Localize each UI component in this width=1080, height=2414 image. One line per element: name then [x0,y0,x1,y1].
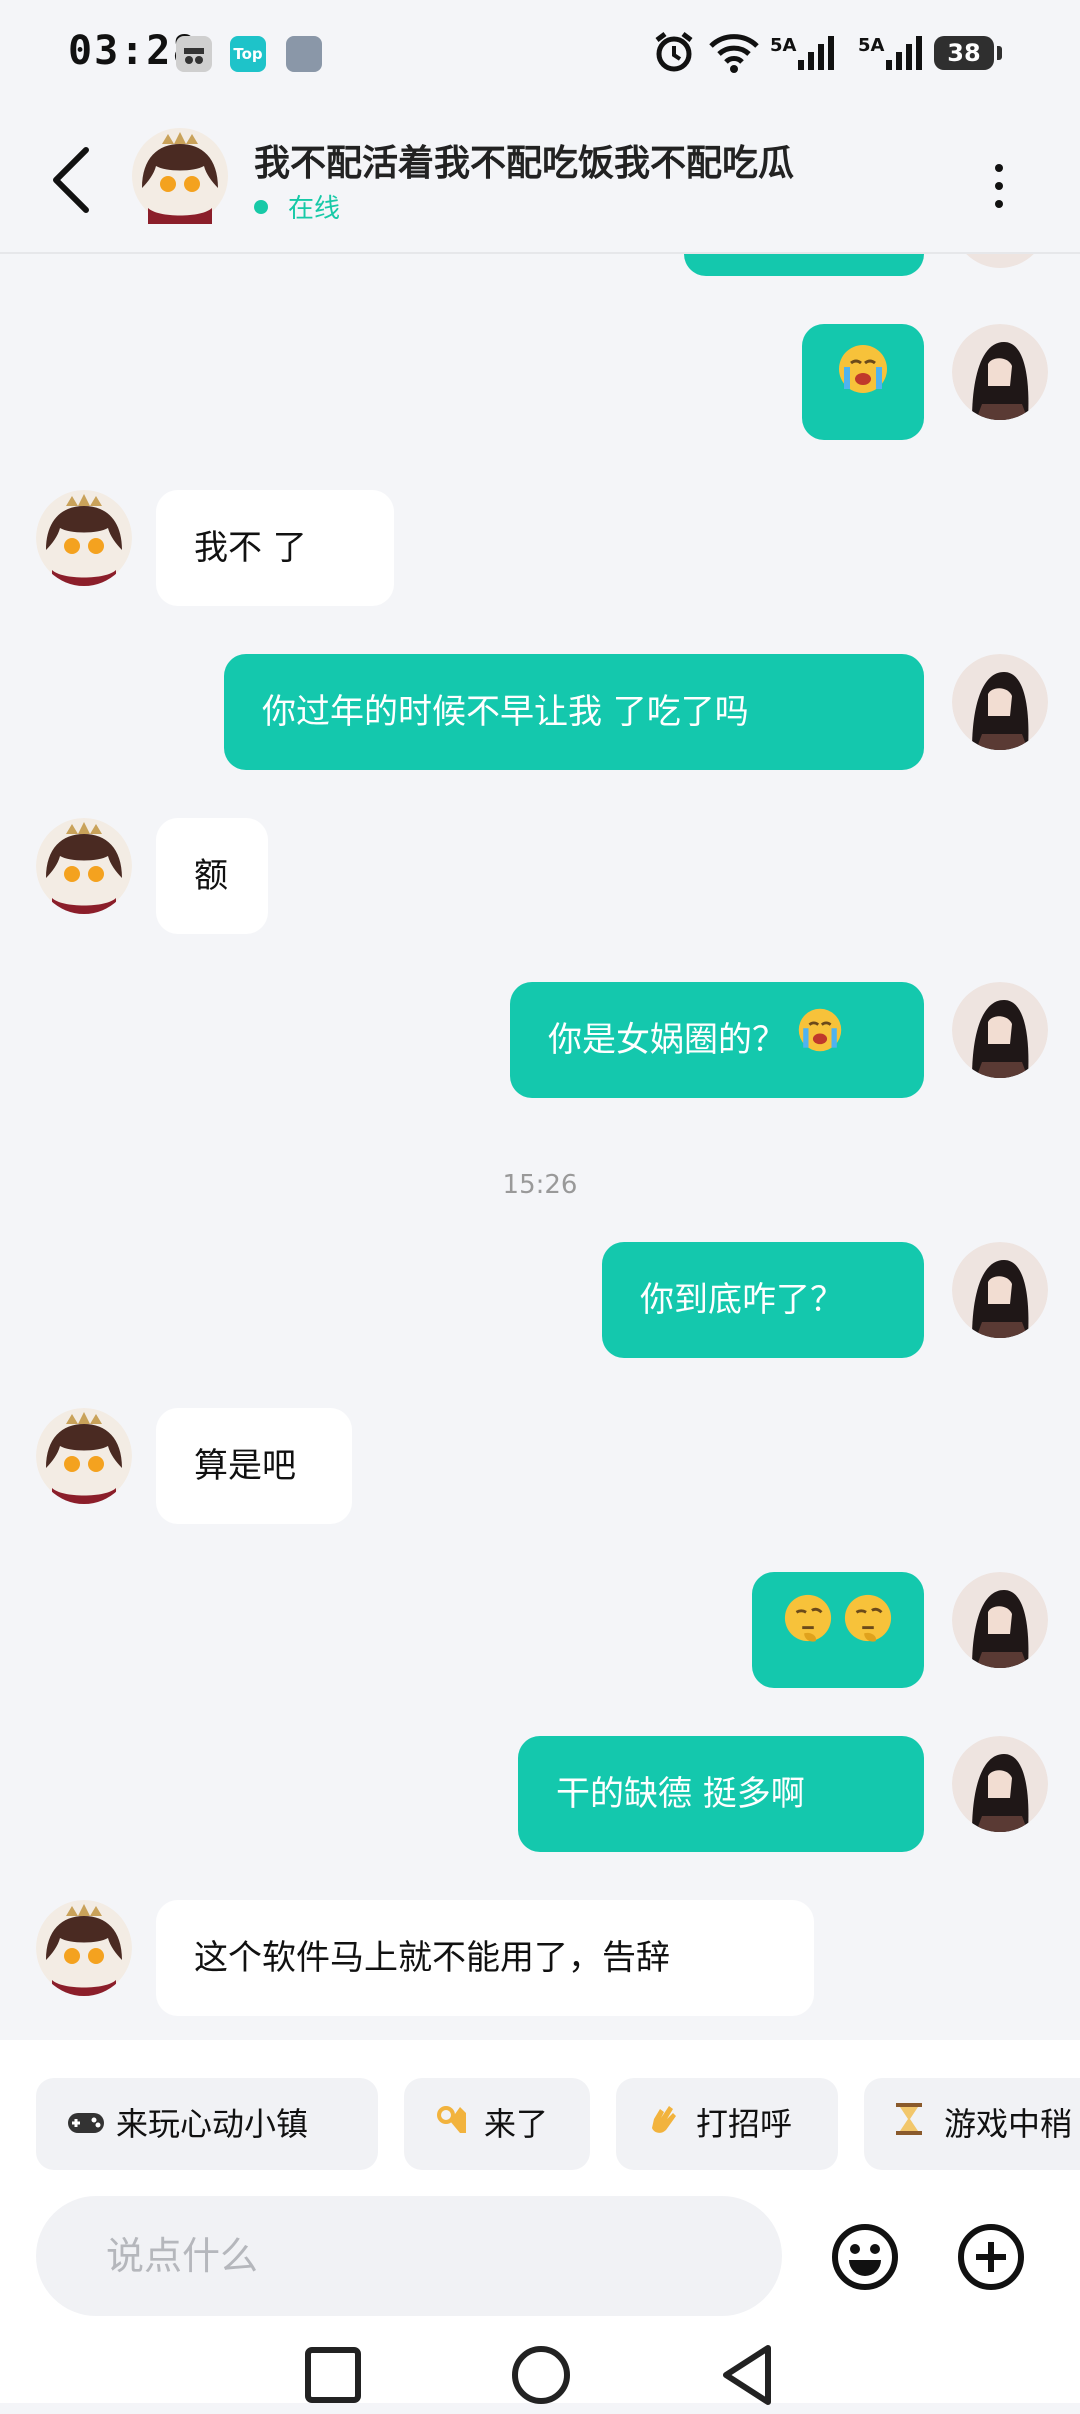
chat-message-list[interactable]: 我不 了 你过年的时候不早让我 了吃了吗 额 你是女娲圈的？ 15:26 你到底… [0,252,1080,2042]
nav-back-icon[interactable] [704,2340,794,2410]
status-bar: 03:28 Top 5A 5A 38 [0,0,1080,100]
quick-reply-label: 来了 [484,2105,549,2143]
crying-face-icon [837,326,889,442]
more-vertical-icon[interactable] [984,156,1014,228]
contact-avatar[interactable] [36,1408,132,1504]
crying-face-icon [797,984,843,1100]
app-icon [286,36,322,72]
thinking-face-icon [783,1574,833,1690]
message-bubble-in[interactable]: 这个软件马上就不能用了，告辞 [156,1900,814,2016]
quick-reply-chip[interactable]: 来玩心动小镇 [36,2078,378,2170]
hourglass-icon [894,2080,934,2170]
back-arrow-icon[interactable] [44,140,104,220]
quick-reply-label: 游戏中稍 [944,2105,1073,2143]
my-avatar[interactable] [952,654,1048,750]
my-avatar[interactable] [952,324,1048,420]
message-bubble-out[interactable]: 你过年的时候不早让我 了吃了吗 [224,654,924,770]
my-avatar[interactable] [952,1242,1048,1338]
wifi-icon [708,30,760,74]
signal-icon-1: 5A [770,30,842,74]
contact-avatar[interactable] [36,490,132,586]
message-bubble-in[interactable]: 我不 了 [156,490,394,606]
signal-1-label: 5A [770,34,797,56]
message-bubble-out[interactable] [802,324,924,440]
contact-avatar[interactable] [36,1900,132,1996]
nav-home-icon[interactable] [496,2340,586,2410]
thinking-face-icon [843,1574,893,1690]
online-status: 在线 [288,194,341,224]
message-text: 你是女娲圈的？ [548,1020,786,1060]
quick-reply-chip[interactable]: 来了 [404,2078,590,2170]
nav-recents-icon[interactable] [288,2340,378,2410]
message-input[interactable] [36,2196,782,2316]
message-bubble-in[interactable]: 算是吧 [156,1408,352,1524]
incognito-app-icon [176,36,212,72]
waving-hand-icon [646,2080,686,2172]
online-status-dot [254,200,268,214]
message-bubble-out[interactable]: 干的缺德 挺多啊 [518,1736,924,1852]
quick-reply-label: 打招呼 [696,2105,793,2143]
quick-reply-chip[interactable]: 打招呼 [616,2078,838,2170]
top-app-icon: Top [230,36,266,72]
signal-icon-2: 5A [858,30,930,74]
chat-header: 我不配活着我不配吃饭我不配吃瓜 在线 [0,100,1080,254]
bottom-panel: 来玩心动小镇 来了 打招呼 游戏中稍 [0,2040,1080,2405]
message-bubble-out[interactable]: 你是女娲圈的？ [510,982,924,1098]
emoji-icon[interactable] [830,2222,900,2292]
message-bubble-in[interactable]: 额 [156,818,268,934]
ok-hand-icon [434,2080,474,2172]
alarm-icon [652,30,696,74]
signal-2-label: 5A [858,34,885,56]
add-circle-icon[interactable] [956,2222,1026,2292]
quick-reply-chip[interactable]: 游戏中稍 [864,2078,1080,2170]
message-bubble-partial[interactable] [684,252,924,276]
gamepad-icon [66,2080,106,2172]
contact-name: 我不配活着我不配吃饭我不配吃瓜 [254,143,795,184]
contact-avatar[interactable] [132,128,228,224]
message-bubble-out[interactable]: 你到底咋了？ [602,1242,924,1358]
my-avatar[interactable] [952,1572,1048,1668]
my-avatar[interactable] [952,1736,1048,1832]
my-avatar[interactable] [952,252,1048,268]
battery-icon: 38 [934,36,1002,70]
timestamp: 15:26 [502,1170,578,1200]
contact-avatar[interactable] [36,818,132,914]
message-bubble-out[interactable] [752,1572,924,1688]
quick-reply-label: 来玩心动小镇 [116,2105,309,2143]
my-avatar[interactable] [952,982,1048,1078]
